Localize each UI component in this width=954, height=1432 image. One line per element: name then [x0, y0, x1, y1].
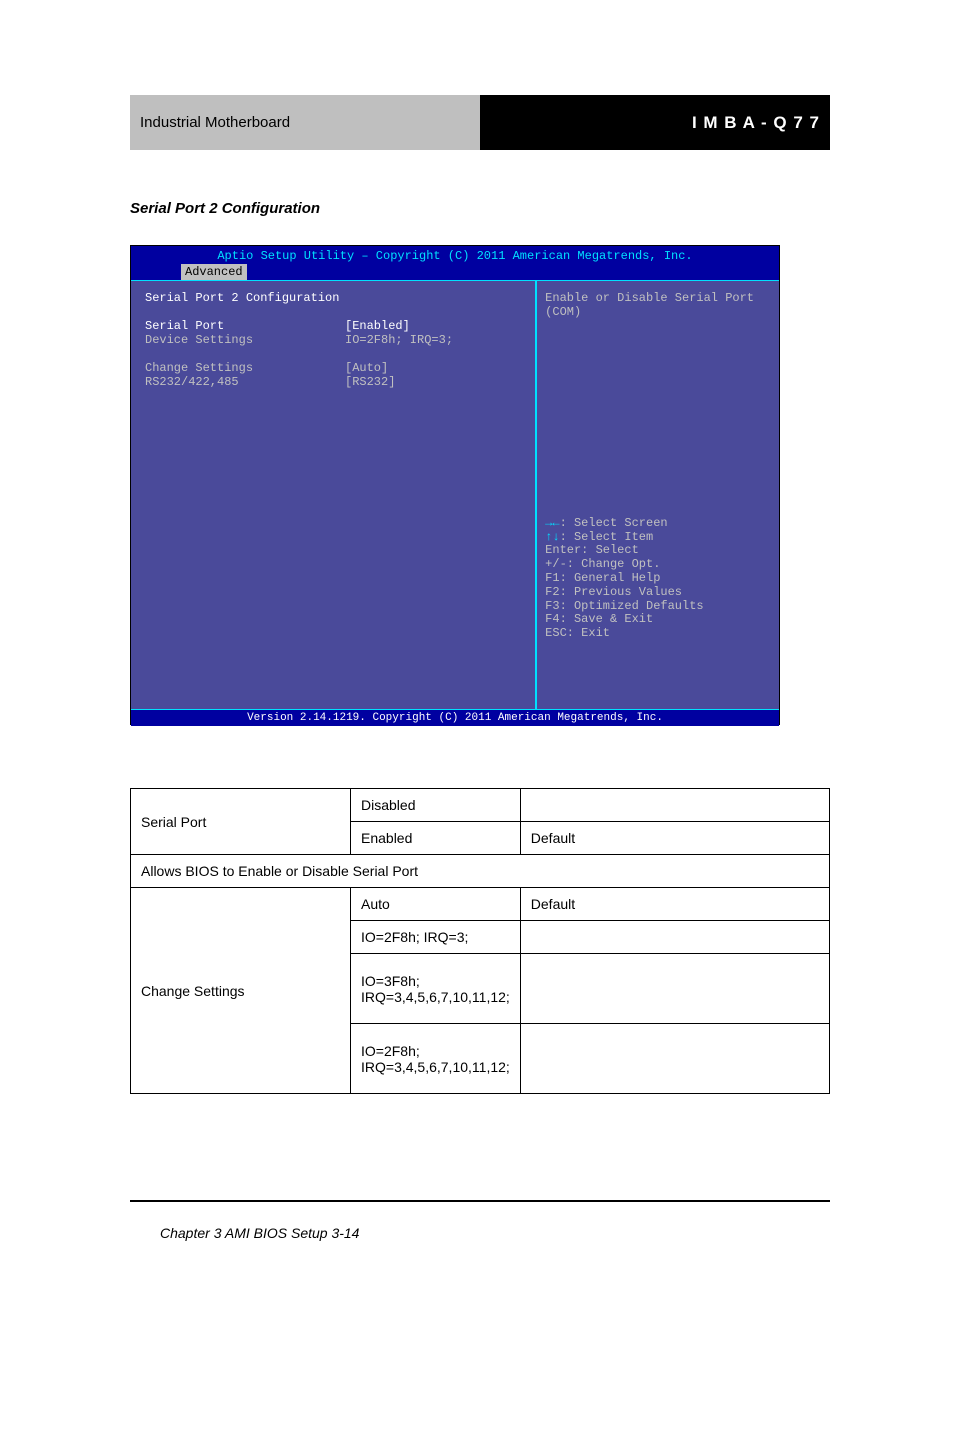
- bios-help-description: Enable or Disable Serial Port (COM): [545, 291, 771, 319]
- bios-key-hints: →←: Select Screen ↑↓: Select Item Enter:…: [545, 517, 771, 641]
- page-number: Chapter 3 AMI BIOS Setup 3-14: [160, 1225, 359, 1241]
- cell-serial-port-label: Serial Port: [131, 789, 351, 855]
- table-note-row: Allows BIOS to Enable or Disable Serial …: [131, 855, 830, 888]
- cell-io-irq-3: IO=2F8h; IRQ=3,4,5,6,7,10,11,12;: [351, 1024, 521, 1094]
- bios-main-panel: Serial Port 2 Configuration Serial Port …: [131, 280, 536, 710]
- bios-row-serial-port[interactable]: Serial Port [Enabled]: [145, 319, 527, 333]
- bios-screenshot: Aptio Setup Utility – Copyright (C) 2011…: [130, 245, 780, 725]
- table-row: Serial Port Disabled: [131, 789, 830, 822]
- bios-footer: Version 2.14.1219. Copyright (C) 2011 Am…: [131, 710, 779, 726]
- bios-title: Aptio Setup Utility – Copyright (C) 2011…: [131, 246, 779, 264]
- cell-blank: [520, 954, 829, 1024]
- cell-blank: [520, 921, 829, 954]
- bios-section-title: Serial Port 2 Configuration: [145, 291, 527, 305]
- bios-row-change-settings[interactable]: Change Settings [Auto]: [145, 361, 527, 375]
- bios-tab-advanced[interactable]: Advanced: [181, 264, 247, 280]
- cell-auto: Auto: [351, 888, 521, 921]
- cell-blank: [520, 789, 829, 822]
- cell-disabled: Disabled: [351, 789, 521, 822]
- header-right: I M B A - Q 7 7: [480, 95, 830, 150]
- bios-row-device-settings: Device Settings IO=2F8h; IRQ=3;: [145, 333, 527, 347]
- cell-enabled: Enabled: [351, 822, 521, 855]
- cell-blank: [520, 1024, 829, 1094]
- bios-row-rs232[interactable]: RS232/422,485 [RS232]: [145, 375, 527, 389]
- description-table: Serial Port Disabled Enabled Default All…: [130, 788, 830, 1094]
- bios-side-panel: Enable or Disable Serial Port (COM) →←: …: [536, 280, 779, 710]
- cell-default: Default: [520, 822, 829, 855]
- cell-default: Default: [520, 888, 829, 921]
- page-header: Industrial Motherboard I M B A - Q 7 7: [130, 95, 830, 150]
- footer-rule: [130, 1200, 830, 1202]
- header-left: Industrial Motherboard: [130, 95, 480, 150]
- bios-tab-row: Advanced: [131, 264, 779, 280]
- table-row: Change Settings Auto Default: [131, 888, 830, 921]
- cell-io-irq-1: IO=2F8h; IRQ=3;: [351, 921, 521, 954]
- cell-io-irq-2: IO=3F8h; IRQ=3,4,5,6,7,10,11,12;: [351, 954, 521, 1024]
- sub-heading: Serial Port 2 Configuration: [130, 200, 320, 217]
- cell-change-settings-label: Change Settings: [131, 888, 351, 1094]
- cell-note: Allows BIOS to Enable or Disable Serial …: [131, 855, 830, 888]
